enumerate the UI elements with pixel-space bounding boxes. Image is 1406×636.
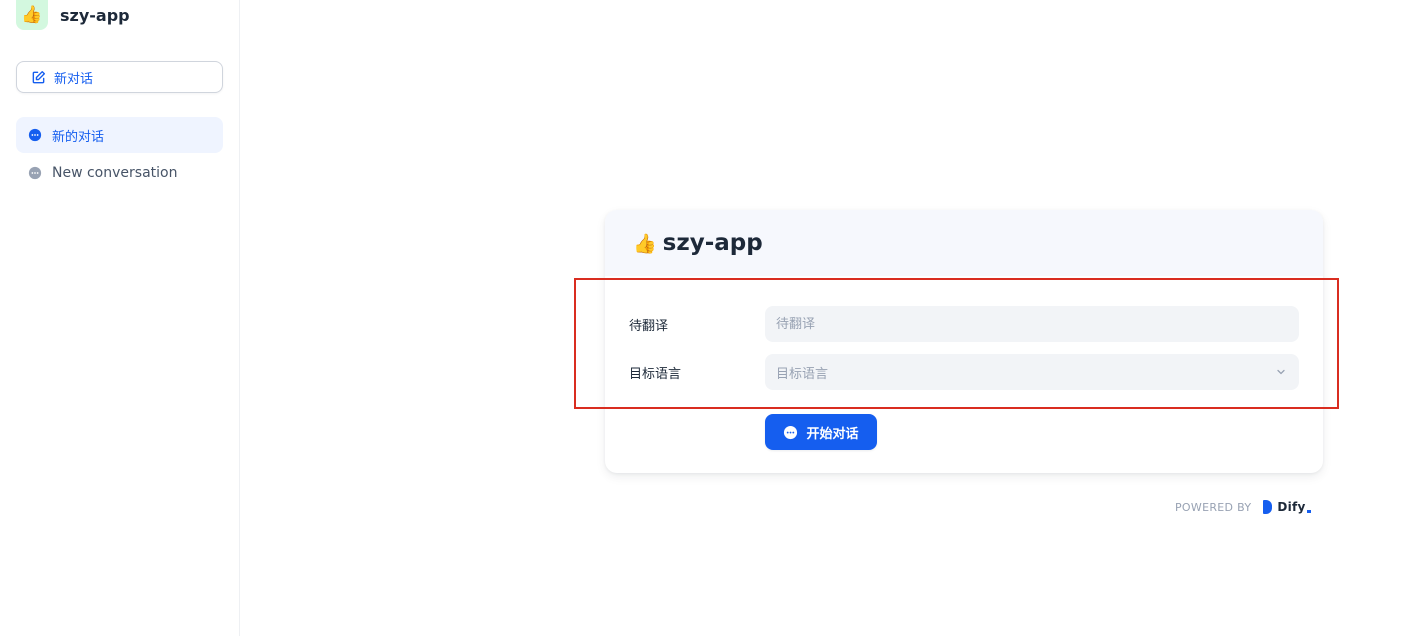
select-placeholder: 目标语言 (776, 366, 829, 382)
start-chat-label: 开始对话 (806, 426, 859, 442)
app-name: szy-app (60, 5, 130, 25)
field-label: 目标语言 (629, 366, 682, 382)
app-header: 👍 szy-app (16, 0, 130, 30)
conversation-label: New conversation (52, 165, 178, 181)
card-title: szy-app (662, 230, 763, 256)
card-header: 👍 szy-app (605, 210, 1323, 276)
conversation-item[interactable]: New conversation (16, 155, 223, 191)
conversation-label: 新的对话 (52, 129, 105, 145)
dify-mark-icon (1263, 500, 1273, 514)
chat-bubble-icon (784, 425, 798, 439)
chevron-down-icon (1277, 369, 1285, 375)
target-language-select[interactable]: 目标语言 (765, 354, 1299, 390)
chat-bubble-icon (28, 128, 42, 142)
dify-brand: Dify (1277, 500, 1306, 514)
powered-by: POWERED BY Dify (1175, 500, 1311, 514)
chat-bubble-icon (28, 166, 42, 180)
dify-dot (1306, 509, 1311, 513)
field-label: 待翻译 (629, 318, 669, 334)
start-chat-button[interactable]: 开始对话 (765, 414, 877, 450)
edit-icon (32, 70, 46, 83)
new-chat-label: 新对话 (54, 71, 94, 87)
welcome-card: 👍 szy-app 待翻译 目标语言 目标语言 开始对话 (605, 210, 1323, 473)
form-row-source-text: 待翻译 (629, 306, 1299, 342)
powered-by-text: POWERED BY (1175, 500, 1252, 514)
source-text-input[interactable] (765, 306, 1299, 342)
form-row-target-language: 目标语言 目标语言 (629, 354, 1299, 390)
dify-logo: Dify (1263, 500, 1311, 514)
thumbs-up-icon: 👍 (633, 232, 657, 255)
new-chat-button[interactable]: 新对话 (16, 61, 223, 93)
conversation-item-active[interactable]: 新的对话 (16, 117, 223, 153)
thumbs-up-icon: 👍 (16, 0, 48, 30)
sidebar: 👍 szy-app 新对话 新的对话 New conversation (0, 0, 240, 636)
